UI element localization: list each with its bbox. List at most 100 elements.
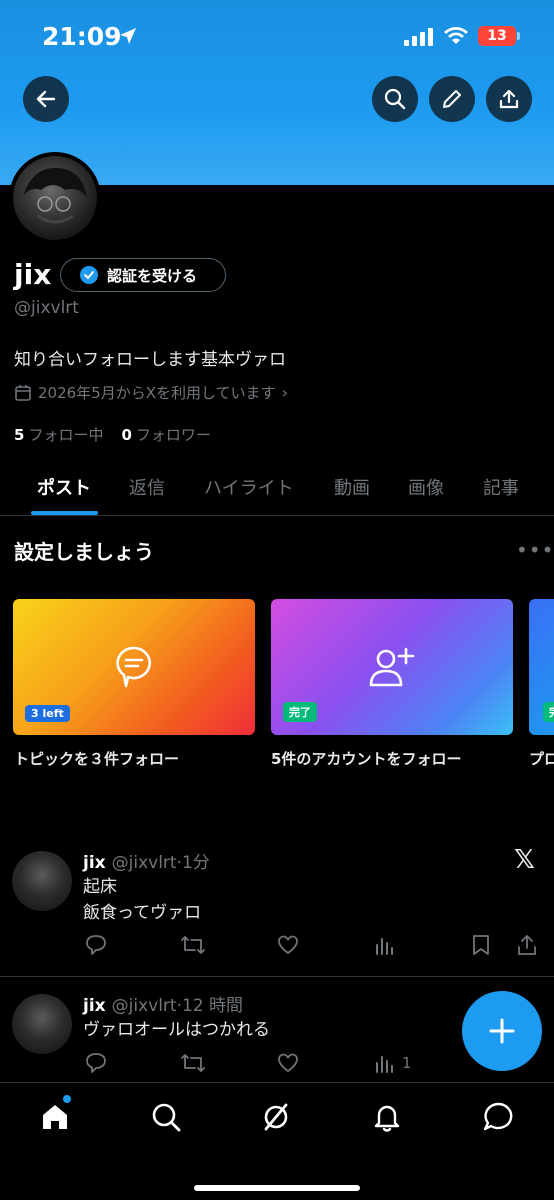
nav-search[interactable] <box>148 1099 184 1135</box>
post-header: jix @jixvlrt·1分 <box>83 848 210 873</box>
compose-post-button[interactable] <box>462 991 542 1071</box>
nav-messages[interactable] <box>480 1099 516 1135</box>
post-avatar[interactable] <box>12 994 72 1054</box>
setup-card-accounts[interactable]: 完了 <box>271 599 513 735</box>
post-line: 起床 <box>83 877 117 897</box>
card-badge: 3 left <box>25 705 70 722</box>
profile-bio: 知り合いフォローします基本ヴァロ <box>14 350 286 370</box>
post-line: ヴァロオールはつかれる <box>83 1020 270 1040</box>
share-icon <box>499 89 519 109</box>
reply-button[interactable] <box>84 933 108 957</box>
followers-count: 0 <box>121 426 132 444</box>
arrow-left-icon <box>36 90 56 108</box>
follow-stats: 5 フォロー中 0 フォロワー <box>14 424 211 445</box>
following-count: 5 <box>14 426 25 444</box>
tab-replies[interactable]: 返信 <box>129 474 165 500</box>
x-logo-icon: 𝕏 <box>514 845 535 875</box>
home-notification-dot <box>63 1095 71 1103</box>
location-arrow-icon <box>120 28 136 44</box>
tab-highlights[interactable]: ハイライト <box>204 474 294 500</box>
setup-card-label: トピックを３件フォロー <box>14 750 180 768</box>
repost-button[interactable] <box>180 933 206 957</box>
heart-icon <box>278 1053 298 1073</box>
share-button[interactable] <box>486 76 532 122</box>
calendar-icon <box>15 384 31 401</box>
post-author-handle: @jixvlrt <box>111 996 177 1016</box>
add-user-icon <box>369 647 415 687</box>
views-count: 1 <box>402 1054 412 1072</box>
post-divider <box>0 976 554 977</box>
post-author-handle: @jixvlrt <box>111 853 177 873</box>
home-icon <box>43 1105 67 1129</box>
reply-button[interactable] <box>84 1051 108 1075</box>
bookmark-button[interactable] <box>470 933 492 957</box>
post-time: ·1分 <box>176 853 210 873</box>
active-tab-indicator <box>31 511 98 515</box>
post-header: jix @jixvlrt·12 時間 <box>83 991 243 1016</box>
setup-card-profile[interactable]: 完 <box>529 599 554 735</box>
post-line: 飯食ってヴァロ <box>83 903 202 923</box>
profile-handle: @jixvlrt <box>14 298 79 318</box>
tab-articles[interactable]: 記事 <box>483 474 519 500</box>
views-button[interactable]: 1 <box>374 1051 412 1075</box>
post-avatar[interactable] <box>12 851 72 911</box>
nav-grok[interactable] <box>258 1099 294 1135</box>
post-author-name[interactable]: jix <box>83 853 106 873</box>
nav-home[interactable] <box>37 1099 73 1135</box>
bottom-navigation <box>0 1082 554 1200</box>
speech-bubble-icon <box>116 646 151 688</box>
wifi-icon <box>444 27 468 44</box>
share-icon <box>518 935 536 955</box>
cellular-signal-icon <box>404 28 433 46</box>
post-text: 起床 飯食ってヴァロ <box>83 874 201 926</box>
setup-card-label: プロ <box>529 750 554 768</box>
post-author-name[interactable]: jix <box>83 996 106 1016</box>
search-button[interactable] <box>372 76 418 122</box>
repost-button[interactable] <box>180 1051 206 1075</box>
following-link[interactable]: 5 フォロー中 <box>14 424 103 445</box>
edit-button[interactable] <box>429 76 475 122</box>
views-chart-icon <box>376 1056 393 1073</box>
repost-icon <box>181 936 205 954</box>
reply-icon <box>86 1053 106 1073</box>
battery-cap <box>517 32 520 40</box>
followers-link[interactable]: 0 フォロワー <box>121 424 210 445</box>
heart-icon <box>278 935 298 955</box>
nav-notifications[interactable] <box>369 1099 405 1135</box>
views-button[interactable] <box>374 933 402 957</box>
tab-posts[interactable]: ポスト <box>37 474 91 500</box>
verified-badge-icon <box>80 266 98 284</box>
setup-card-label: 5件のアカウントをフォロー <box>271 750 462 768</box>
views-chart-icon <box>376 938 393 955</box>
card-badge: 完了 <box>283 702 317 722</box>
battery-indicator: 13 <box>478 26 516 46</box>
setup-card-topics[interactable]: 3 left <box>13 599 255 735</box>
tab-videos[interactable]: 動画 <box>334 474 370 500</box>
profile-name: jix <box>14 258 52 291</box>
chevron-right-icon: › <box>281 383 288 402</box>
pencil-icon <box>443 90 461 108</box>
following-label: フォロー中 <box>28 426 104 444</box>
tab-images[interactable]: 画像 <box>408 474 444 500</box>
chat-bubble-icon <box>483 1102 513 1131</box>
joined-date-row[interactable]: 2026年5月からXを利用しています › <box>14 382 288 403</box>
status-time: 21:09 <box>42 22 122 51</box>
more-options-icon[interactable]: ••• <box>516 538 554 562</box>
repost-icon <box>181 1054 205 1072</box>
reply-icon <box>86 935 106 955</box>
followers-label: フォロワー <box>135 426 211 444</box>
bell-icon <box>374 1105 400 1132</box>
back-button[interactable] <box>23 76 69 122</box>
get-verified-label: 認証を受ける <box>107 266 198 285</box>
like-button[interactable] <box>276 1051 300 1075</box>
card-badge: 完 <box>543 702 554 722</box>
get-verified-button[interactable]: 認証を受ける <box>60 258 226 292</box>
search-icon <box>384 88 406 110</box>
profile-tabs: ポスト 返信 ハイライト 動画 画像 記事 <box>0 458 554 516</box>
plus-icon <box>489 1018 515 1044</box>
like-button[interactable] <box>276 933 300 957</box>
post-share-button[interactable] <box>516 933 538 957</box>
post-time: ·12 時間 <box>176 996 244 1016</box>
joined-date: 2026年5月からXを利用しています <box>38 384 276 402</box>
profile-avatar[interactable] <box>9 152 101 244</box>
